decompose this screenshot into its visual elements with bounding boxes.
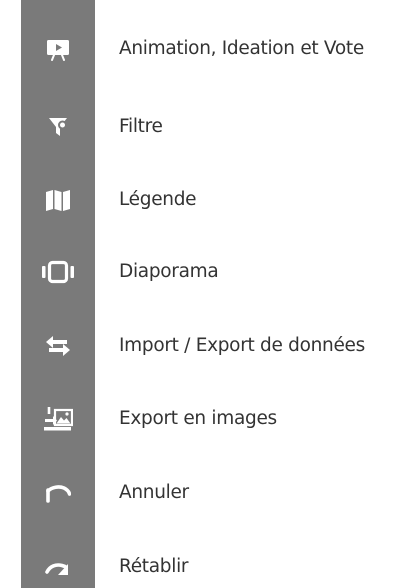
redo-icon bbox=[21, 541, 95, 588]
menu-item-label: Diaporama bbox=[119, 261, 219, 282]
filter-icon bbox=[21, 101, 95, 153]
undo-icon bbox=[21, 467, 95, 519]
menu-item-label: Légende bbox=[119, 189, 197, 210]
menu-item-label: Annuler bbox=[119, 482, 189, 503]
menu-item-label: Import / Export de données bbox=[119, 335, 365, 356]
menu-item-label: Animation, Ideation et Vote bbox=[119, 38, 364, 59]
menu-item-label: Filtre bbox=[119, 116, 163, 137]
menu-item-export-images[interactable]: Export en images bbox=[0, 393, 419, 445]
menu-item-retablir[interactable]: Rétablir bbox=[0, 541, 419, 588]
menu-item-import-export[interactable]: Import / Export de données bbox=[0, 320, 419, 372]
menu-item-label: Rétablir bbox=[119, 556, 189, 577]
menu-item-filtre[interactable]: Filtre bbox=[0, 101, 419, 153]
image-export-icon bbox=[21, 393, 95, 445]
presentation-icon bbox=[21, 23, 95, 75]
menu-item-diaporama[interactable]: Diaporama bbox=[0, 246, 419, 298]
menu-item-animation[interactable]: Animation, Ideation et Vote bbox=[0, 23, 419, 75]
slideshow-icon bbox=[21, 246, 95, 298]
map-icon bbox=[21, 174, 95, 226]
menu-item-label: Export en images bbox=[119, 408, 277, 429]
menu-item-annuler[interactable]: Annuler bbox=[0, 467, 419, 519]
swap-arrows-icon bbox=[21, 320, 95, 372]
menu-item-legende[interactable]: Légende bbox=[0, 174, 419, 226]
